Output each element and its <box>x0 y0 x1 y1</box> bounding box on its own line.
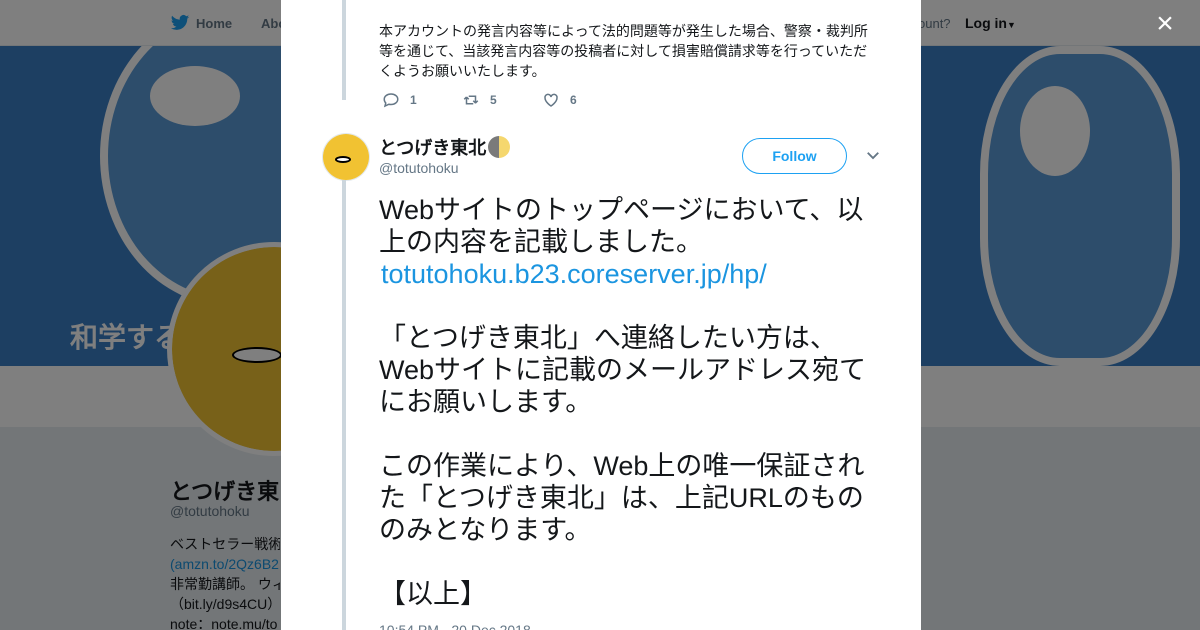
tweet-text: Webサイトのトップページにおいて、以上の内容を記載しました。 totutohok… <box>379 194 889 610</box>
tweet-text-paragraph: 【以上】 <box>379 579 487 609</box>
half-moon-emoji-icon <box>488 136 511 158</box>
tweet-text-paragraph: 「とつげき東北」へ連絡したい方は、Webサイトに記載のメールアドレス宛てにお願い… <box>379 323 867 417</box>
reply-icon <box>383 93 399 108</box>
follow-button[interactable]: Follow <box>742 138 847 174</box>
reply-button[interactable]: 1 <box>382 91 462 109</box>
avatar-eye <box>335 156 351 163</box>
retweet-button[interactable]: 5 <box>462 91 542 109</box>
tweet-text-paragraph: この作業により、Web上の唯一保証された「とつげき東北」は、上記URLのもののみ… <box>379 451 865 545</box>
retweet-count: 5 <box>490 93 497 107</box>
like-count: 6 <box>570 93 577 107</box>
tweet-author-handle[interactable]: @totutohoku <box>379 160 459 176</box>
previous-tweet-actions: 1 5 6 <box>382 91 622 109</box>
like-button[interactable]: 6 <box>542 91 622 109</box>
author-name-text: とつげき東北 <box>379 138 487 158</box>
tweet-link[interactable]: totutohoku.b23.coreserver.jp/hp/ <box>381 258 889 290</box>
conversation-thread-line <box>342 180 346 630</box>
avatar-illustration <box>323 134 369 180</box>
previous-tweet-text: 本アカウントの発言内容等によって法的問題等が発生した場合、警察・裁判所等を通じて… <box>379 23 868 79</box>
retweet-icon <box>463 95 479 105</box>
reply-count: 1 <box>410 93 417 107</box>
tweet-timestamp[interactable]: 10:54 PM - 20 Dec 2018 <box>379 622 531 630</box>
close-icon[interactable]: × <box>1150 9 1180 40</box>
tweet-author-avatar[interactable] <box>322 133 370 181</box>
tweet-text-paragraph: Webサイトのトップページにおいて、以上の内容を記載しました。 <box>379 195 864 257</box>
chevron-down-icon[interactable] <box>864 146 882 164</box>
conversation-thread-line <box>342 0 346 100</box>
heart-icon <box>544 93 558 107</box>
tweet-permalink-modal: 本アカウントの発言内容等によって法的問題等が発生した場合、警察・裁判所等を通じて… <box>281 0 921 630</box>
tweet-author-name[interactable]: とつげき東北 <box>379 134 511 160</box>
